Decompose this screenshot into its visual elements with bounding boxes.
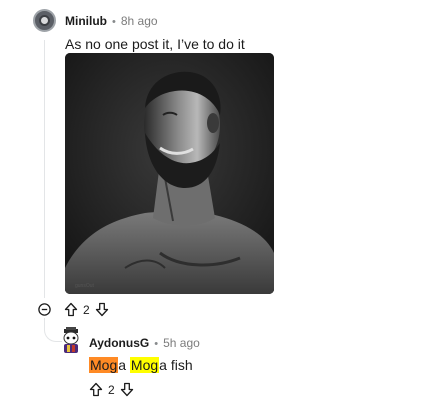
meta-separator: • bbox=[112, 16, 116, 28]
downvote-arrow-icon[interactable] bbox=[120, 382, 134, 397]
reply-meta: AydonusG • 5h ago bbox=[89, 336, 200, 350]
vote-count: 2 bbox=[83, 302, 90, 317]
highlighted-word: Mog bbox=[129, 357, 160, 373]
upvote-arrow-icon[interactable] bbox=[64, 302, 78, 317]
reply-text-segment: a bbox=[118, 357, 130, 373]
reply-timestamp[interactable]: 5h ago bbox=[163, 336, 200, 350]
user-avatar-aydonusg[interactable] bbox=[60, 327, 82, 355]
user-avatar-minilub[interactable] bbox=[33, 9, 56, 32]
image-watermark: gunsOut bbox=[75, 283, 95, 289]
meta-separator: • bbox=[154, 338, 159, 350]
reply-text-segment: a fish bbox=[159, 357, 193, 373]
comment-meta: Minilub • 8h ago bbox=[65, 14, 158, 28]
reply-body: Moga Moga fish bbox=[89, 357, 193, 373]
comment-actions: 2 bbox=[38, 302, 109, 317]
thread-line[interactable] bbox=[44, 40, 45, 298]
gigachad-photo: gunsOut bbox=[65, 53, 274, 294]
highlighted-word: Mog bbox=[89, 357, 119, 373]
reply-actions: 2 bbox=[89, 382, 134, 397]
comment-body: As no one post it, I’ve to do it bbox=[65, 36, 245, 52]
collapse-minus-icon[interactable] bbox=[38, 303, 51, 316]
comment-author[interactable]: Minilub bbox=[65, 14, 107, 28]
vote-count: 2 bbox=[108, 382, 115, 397]
upvote-arrow-icon[interactable] bbox=[89, 382, 103, 397]
comment-timestamp[interactable]: 8h ago bbox=[121, 14, 158, 28]
reply-author[interactable]: AydonusG bbox=[89, 336, 149, 350]
downvote-arrow-icon[interactable] bbox=[95, 302, 109, 317]
comment-image[interactable]: gunsOut bbox=[65, 53, 274, 294]
